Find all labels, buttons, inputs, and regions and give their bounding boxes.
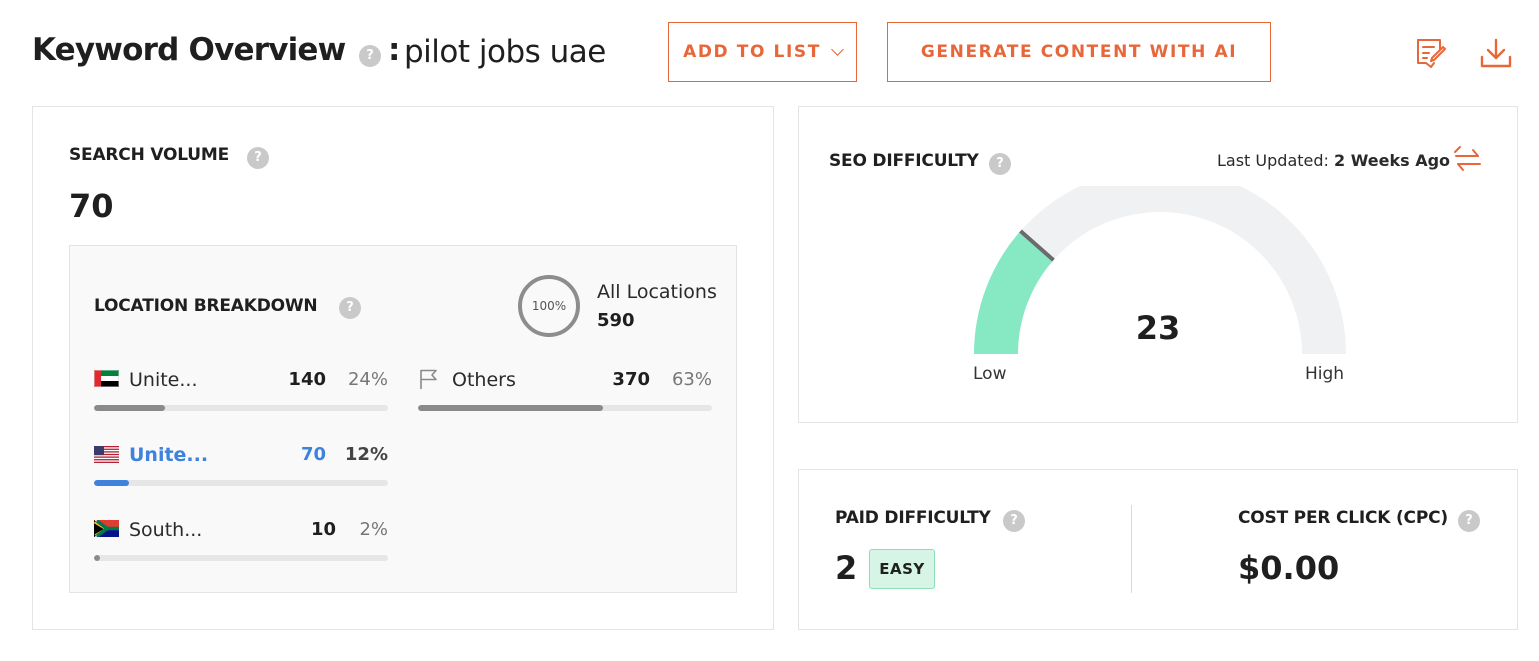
add-to-list-label: ADD TO LIST xyxy=(683,42,821,62)
help-icon[interactable]: ? xyxy=(359,45,381,67)
cpc-value: $0.00 xyxy=(1238,549,1340,587)
south-africa-flag-icon xyxy=(94,520,119,537)
location-progress-fill xyxy=(94,405,165,411)
title-separator: : xyxy=(388,32,401,68)
location-count: 70 xyxy=(300,444,326,465)
location-count: 140 xyxy=(288,369,326,390)
flag-outline-icon xyxy=(420,369,437,389)
chevron-down-icon xyxy=(831,42,844,56)
all-locations-ring: 100% xyxy=(518,275,580,337)
location-count: 370 xyxy=(612,369,650,390)
location-name[interactable]: Others xyxy=(452,369,516,391)
location-percent: 2% xyxy=(359,519,388,540)
paid-difficulty-label: PAID DIFFICULTY xyxy=(835,508,991,528)
gauge-fill xyxy=(974,231,1054,355)
add-to-list-button[interactable]: ADD TO LIST xyxy=(668,22,857,82)
all-locations-value: 590 xyxy=(597,310,635,331)
gauge-low-label: Low xyxy=(973,364,1007,384)
download-icon[interactable] xyxy=(1479,37,1513,71)
last-updated-value: 2 Weeks Ago xyxy=(1334,151,1451,170)
seo-difficulty-value: 23 xyxy=(1135,309,1181,347)
refresh-icon[interactable] xyxy=(1452,144,1484,176)
location-progress-fill xyxy=(94,555,100,561)
divider xyxy=(1131,505,1132,593)
location-name-selected[interactable]: Unite... xyxy=(129,444,208,466)
location-count: 10 xyxy=(310,519,336,540)
help-icon[interactable]: ? xyxy=(989,153,1011,175)
uae-flag-icon xyxy=(94,370,119,387)
difficulty-badge: EASY xyxy=(869,549,935,589)
all-locations-percent: 100% xyxy=(531,299,567,313)
paid-difficulty-value: 2 xyxy=(835,549,858,587)
help-icon[interactable]: ? xyxy=(1458,510,1480,532)
generate-content-ai-button[interactable]: GENERATE CONTENT WITH AI xyxy=(887,22,1271,82)
location-breakdown-label: LOCATION BREAKDOWN xyxy=(94,296,318,316)
help-icon[interactable]: ? xyxy=(339,297,361,319)
generate-content-label: GENERATE CONTENT WITH AI xyxy=(920,42,1238,62)
location-name[interactable]: South... xyxy=(129,519,202,541)
location-progress-fill xyxy=(94,480,130,486)
search-volume-label: SEARCH VOLUME xyxy=(69,145,229,165)
location-percent: 24% xyxy=(347,369,388,390)
last-updated-label: Last Updated: xyxy=(1217,151,1329,170)
location-progress-bar xyxy=(418,405,712,411)
help-icon[interactable]: ? xyxy=(247,147,269,169)
edit-notes-icon[interactable] xyxy=(1414,36,1448,70)
location-name[interactable]: Unite... xyxy=(129,369,198,391)
location-progress-bar xyxy=(94,405,388,411)
keyword-text: pilot jobs uae xyxy=(404,34,606,70)
last-updated: Last Updated: 2 Weeks Ago xyxy=(1217,151,1450,170)
location-progress-fill xyxy=(418,405,604,411)
help-icon[interactable]: ? xyxy=(1003,510,1025,532)
seo-difficulty-label: SEO DIFFICULTY xyxy=(829,151,979,171)
search-volume-value: 70 xyxy=(69,187,114,225)
cpc-label: COST PER CLICK (CPC) xyxy=(1238,508,1448,528)
all-locations-label[interactable]: All Locations xyxy=(597,281,717,303)
usa-flag-icon xyxy=(94,446,119,463)
gauge-high-label: High xyxy=(1305,364,1345,384)
location-progress-bar xyxy=(94,480,388,486)
location-percent: 12% xyxy=(344,444,388,465)
location-progress-bar xyxy=(94,555,388,561)
page-title: Keyword Overview xyxy=(32,32,346,68)
location-percent: 63% xyxy=(671,369,712,390)
